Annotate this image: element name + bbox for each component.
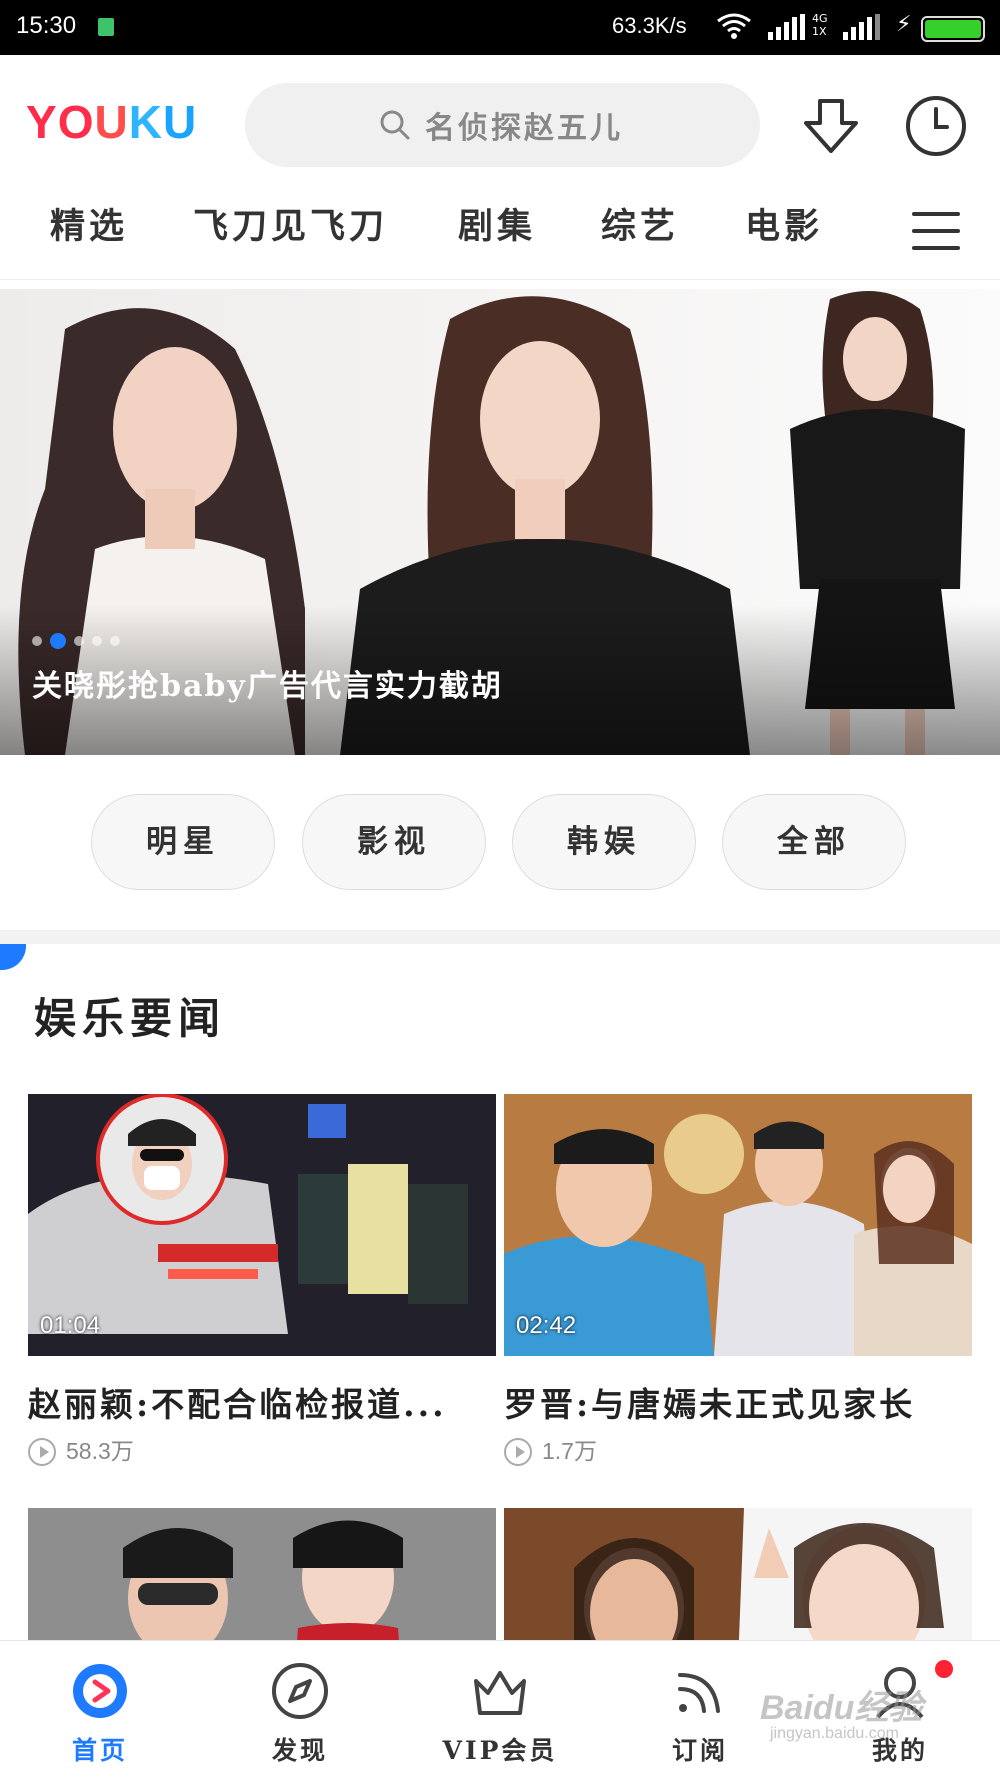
youku-logo[interactable]: YOUKU bbox=[26, 95, 197, 149]
category-stars[interactable]: 明星 bbox=[91, 794, 275, 890]
nav-home[interactable]: 首页 bbox=[0, 1641, 200, 1778]
clock-icon[interactable] bbox=[905, 95, 967, 157]
compass-icon bbox=[272, 1663, 328, 1719]
rss-icon bbox=[678, 1673, 720, 1713]
section-title: 娱乐要闻 bbox=[34, 994, 227, 1043]
section-accent bbox=[0, 944, 26, 970]
battery-icon bbox=[921, 16, 985, 42]
logo-letter: U bbox=[162, 96, 198, 148]
thumbnail-image bbox=[28, 1508, 496, 1640]
view-count-value: 58.3万 bbox=[66, 1438, 134, 1464]
video-card[interactable] bbox=[28, 1508, 496, 1640]
carousel-dot-active[interactable] bbox=[50, 633, 66, 649]
watermark: Baidu经验 bbox=[760, 1689, 923, 1727]
carousel-dot[interactable] bbox=[92, 636, 102, 646]
video-title[interactable]: 罗晋:与唐嫣未正式见家长 bbox=[504, 1378, 972, 1426]
watermark-url: jingyan.baidu.com bbox=[770, 1725, 899, 1742]
signal-icon bbox=[768, 14, 805, 40]
search-placeholder: 名侦探赵五儿 bbox=[425, 111, 623, 146]
video-duration: 02:42 bbox=[516, 1312, 577, 1339]
nav-label: VIP会员 bbox=[442, 1736, 558, 1765]
view-count: 1.7万 bbox=[504, 1432, 597, 1466]
category-pills: 明星 影视 韩娱 全部 bbox=[0, 792, 1000, 892]
thumbnail-image bbox=[504, 1508, 972, 1640]
nav-label: 发现 bbox=[271, 1736, 328, 1765]
search-bar[interactable]: 名侦探赵五儿 bbox=[245, 83, 760, 167]
video-title[interactable]: 赵丽颖:不配合临检报道... bbox=[28, 1378, 496, 1426]
tab-variety[interactable]: 综艺 bbox=[601, 198, 679, 249]
nav-label: 首页 bbox=[71, 1736, 128, 1765]
video-card[interactable]: 01:04 赵丽颖:不配合临检报道... 58.3万 bbox=[28, 1094, 496, 1466]
charging-icon: ⚡ bbox=[896, 12, 912, 37]
logo-letter: Y bbox=[26, 96, 58, 148]
network-speed: 63.3K/s bbox=[612, 13, 687, 38]
signal-icon-2 bbox=[843, 14, 880, 40]
video-card[interactable]: 02:42 罗晋:与唐嫣未正式见家长 1.7万 bbox=[504, 1094, 972, 1466]
notification-badge bbox=[935, 1660, 953, 1678]
tab-movie[interactable]: 电影 bbox=[745, 198, 823, 249]
category-film-tv[interactable]: 影视 bbox=[302, 794, 486, 890]
nav-vip[interactable]: VIP会员 bbox=[400, 1641, 600, 1778]
tab-feidao[interactable]: 飞刀见飞刀 bbox=[193, 198, 388, 249]
video-duration: 01:04 bbox=[40, 1312, 101, 1339]
home-play-icon bbox=[73, 1664, 127, 1718]
banner-caption: 关晓彤抢baby广告代言实力截胡 bbox=[32, 669, 503, 704]
carousel-dot[interactable] bbox=[32, 636, 42, 646]
play-count-icon bbox=[28, 1438, 56, 1466]
nav-discover[interactable]: 发现 bbox=[200, 1641, 400, 1778]
logo-letter: K bbox=[128, 96, 163, 148]
sim-icon bbox=[98, 18, 114, 36]
section-divider bbox=[0, 930, 1000, 944]
tab-series[interactable]: 剧集 bbox=[458, 198, 536, 249]
status-time: 15:30 bbox=[16, 12, 77, 39]
video-thumbnail[interactable] bbox=[504, 1508, 972, 1640]
logo-letter: U bbox=[94, 96, 129, 148]
category-all[interactable]: 全部 bbox=[722, 794, 906, 890]
network-type: 4G 1X bbox=[812, 12, 828, 38]
play-count-icon bbox=[504, 1438, 532, 1466]
search-icon bbox=[380, 110, 410, 140]
carousel-dots bbox=[32, 631, 128, 650]
carousel-dot[interactable] bbox=[74, 636, 84, 646]
download-icon[interactable] bbox=[800, 97, 862, 159]
crown-icon bbox=[474, 1671, 526, 1715]
logo-letter: O bbox=[57, 96, 95, 148]
wifi-icon bbox=[717, 13, 751, 39]
video-thumbnail[interactable]: 02:42 bbox=[504, 1094, 972, 1356]
status-bar: 15:30 63.3K/s 4G 1X ⚡ bbox=[0, 0, 1000, 55]
channel-tabs: 精选 飞刀见飞刀 剧集 综艺 电影 bbox=[0, 190, 1000, 280]
carousel-dot[interactable] bbox=[110, 636, 120, 646]
tab-featured[interactable]: 精选 bbox=[50, 198, 128, 249]
menu-icon[interactable] bbox=[910, 208, 962, 254]
app-header: YOUKU 名侦探赵五儿 bbox=[0, 55, 1000, 175]
hero-banner[interactable]: 关晓彤抢baby广告代言实力截胡 bbox=[0, 289, 1000, 755]
category-korean-ent[interactable]: 韩娱 bbox=[512, 794, 696, 890]
video-thumbnail[interactable]: 01:04 bbox=[28, 1094, 496, 1356]
view-count-value: 1.7万 bbox=[542, 1438, 597, 1464]
video-card[interactable] bbox=[504, 1508, 972, 1640]
view-count: 58.3万 bbox=[28, 1432, 134, 1466]
video-thumbnail[interactable] bbox=[28, 1508, 496, 1640]
